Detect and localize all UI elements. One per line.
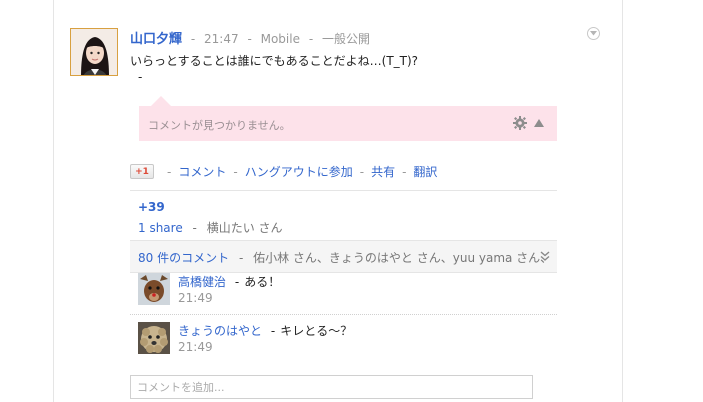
collapse-triangle-icon[interactable] bbox=[534, 119, 544, 127]
post-body-text: いらっとすることは誰にでもあることだよね…(T_T)? bbox=[130, 54, 419, 68]
post-body-dash: - bbox=[138, 70, 143, 84]
commenters-list: 佑小林 さん、きょうのはやと さん、yuu yama さん、 bbox=[253, 251, 553, 265]
gear-icon[interactable] bbox=[513, 116, 527, 130]
notice-box: コメントが見つかりません。 bbox=[139, 106, 557, 141]
comment-count-label[interactable]: 件のコメント bbox=[153, 251, 229, 265]
comment-time[interactable]: 21:49 bbox=[178, 340, 213, 354]
commenter-avatar[interactable] bbox=[138, 322, 170, 354]
comment-time[interactable]: 21:49 bbox=[178, 291, 213, 305]
post-visibility[interactable]: 一般公開 bbox=[322, 32, 370, 46]
double-chevron-down-icon[interactable] bbox=[540, 250, 550, 262]
comment-text: ある！ bbox=[244, 275, 281, 289]
add-comment-box bbox=[130, 375, 533, 399]
post-client: Mobile bbox=[260, 32, 300, 46]
translate-link[interactable]: 翻訳 bbox=[413, 163, 437, 180]
plus-one-count[interactable]: +39 bbox=[138, 200, 165, 214]
share-separator: - bbox=[192, 221, 197, 235]
notice-text: コメントが見つかりません。 bbox=[148, 119, 291, 132]
commenter-name[interactable]: きょうのはやと bbox=[178, 324, 262, 338]
action-separator: - bbox=[359, 164, 365, 179]
post-actions: +1 - コメント - ハングアウトに参加 - 共有 - 翻訳 bbox=[130, 163, 437, 180]
summary-separator: - bbox=[238, 251, 244, 265]
hangout-link[interactable]: ハングアウトに参加 bbox=[245, 163, 353, 180]
author-avatar-image bbox=[71, 29, 117, 75]
action-separator: - bbox=[402, 164, 407, 179]
commenter-name[interactable]: 高橋健治 bbox=[178, 275, 226, 289]
comment-separator: - bbox=[234, 275, 240, 289]
sharer-name[interactable]: 横山たい さん bbox=[207, 221, 283, 235]
chevron-down-icon bbox=[590, 31, 597, 36]
action-separator: - bbox=[233, 164, 238, 179]
comment-count[interactable]: 80 bbox=[138, 251, 153, 265]
author-name-link[interactable]: 山口夕輝 bbox=[130, 32, 182, 47]
share-count-link[interactable]: 1 share bbox=[138, 221, 183, 235]
comment-text-line: きょうのはやと - キレとる〜？ bbox=[178, 322, 352, 339]
share-link[interactable]: 共有 bbox=[371, 163, 395, 180]
comment-link[interactable]: コメント bbox=[178, 163, 226, 180]
comment-divider bbox=[130, 314, 557, 315]
commenter-avatar-image bbox=[138, 273, 170, 305]
comment-text: キレとる〜？ bbox=[280, 324, 353, 338]
post-menu-button[interactable] bbox=[587, 27, 600, 40]
author-avatar[interactable] bbox=[70, 28, 118, 76]
commenter-avatar[interactable] bbox=[138, 273, 170, 305]
notice-pointer bbox=[151, 96, 171, 106]
comments-summary: 80 件のコメント - 佑小林 さん、きょうのはやと さん、yuu yama さ… bbox=[138, 249, 552, 266]
comments-summary-bar[interactable]: 80 件のコメント - 佑小林 さん、きょうのはやと さん、yuu yama さ… bbox=[130, 240, 557, 273]
add-comment-input[interactable] bbox=[131, 376, 532, 398]
divider bbox=[130, 190, 557, 191]
plus-one-button[interactable]: +1 bbox=[130, 164, 154, 179]
post-header: 山口夕輝 - 21:47 - Mobile - 一般公開 bbox=[130, 28, 370, 47]
header-separator: - bbox=[190, 32, 196, 46]
action-separator: - bbox=[167, 164, 172, 179]
commenter-avatar-image bbox=[138, 322, 170, 354]
header-separator: - bbox=[247, 32, 252, 46]
post-time[interactable]: 21:47 bbox=[204, 32, 239, 46]
comment-text-line: 高橋健治 - ある！ bbox=[178, 273, 280, 290]
share-summary: 1 share - 横山たい さん bbox=[138, 219, 283, 236]
header-separator: - bbox=[308, 32, 314, 46]
comment-separator: - bbox=[270, 324, 276, 338]
